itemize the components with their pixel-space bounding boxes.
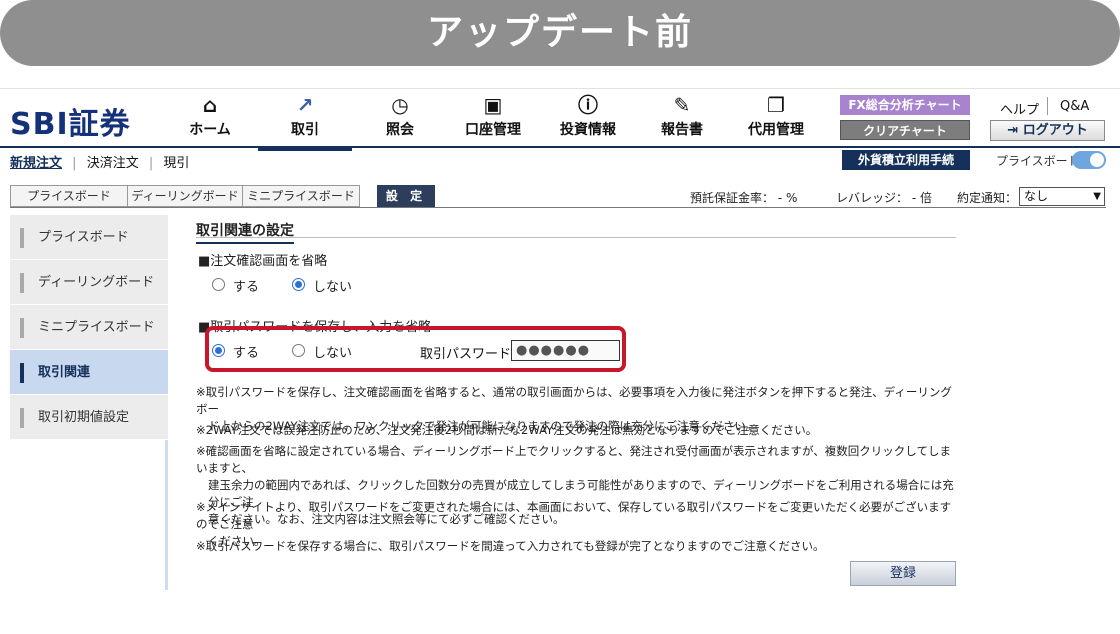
tab-settings[interactable]: 設 定 [377,185,435,207]
nav-inquiry[interactable]: ◷ 照会 [370,93,430,147]
tab-mini-priceboard[interactable]: ミニプライスボード [242,185,360,207]
site-header: SBI証券 ⌂ ホーム ↗ 取引 ◷ 照会 ▣ 口座管理 ⓘ 投資情報 ✎ 報告… [0,88,1120,151]
sidebar-item-priceboard[interactable]: プライスボード [10,215,168,260]
nav-reports[interactable]: ✎ 報告書 [652,93,712,147]
leverage: レバレッジ： - 倍 [836,191,932,205]
trend-chart-icon: ↗ [296,93,314,117]
skip-confirm-yes-radio[interactable] [212,278,225,291]
window-icon: ❐ [767,93,785,117]
logout-button[interactable]: ⇥ ログアウト [990,120,1105,141]
divider [1047,97,1048,115]
priceboard-toggle-label: プライスボード [996,154,1080,168]
tab-dealingboard[interactable]: ディーリングボード [127,185,243,207]
nav-account[interactable]: ▣ 口座管理 [455,93,531,147]
trade-password-input[interactable]: ●●●●●● [511,340,620,361]
register-button[interactable]: 登録 [850,561,956,586]
subnav-delivery[interactable]: 現引 [163,156,189,171]
nav-trade[interactable]: ↗ 取引 [258,93,352,151]
settings-sidebar: プライスボード ディーリングボード ミニプライスボード 取引関連 取引初期値設定 [10,215,168,590]
note-2: ※2WAY注文では誤発注防止のため、注文発注後2秒間は新たな2WAY注文の発注は… [196,423,818,437]
margin-rate: 預託保証金率： - % [690,191,798,205]
update-before-banner: アップデート前 [0,0,1120,66]
sidebar-item-mini-priceboard[interactable]: ミニプライスボード [10,305,168,350]
tab-divider [10,207,1106,208]
help-link[interactable]: ヘルプ [1000,99,1039,118]
section-divider [196,237,956,238]
save-password-yes-radio[interactable] [212,344,225,357]
skip-confirm-yes-label: する [233,280,260,295]
fx-savings-procedure-button[interactable]: 外貨積立利用手続 [842,150,970,170]
sbi-logo[interactable]: SBI証券 [10,99,131,143]
edit-document-icon: ✎ [673,93,691,117]
nav-investment-info[interactable]: ⓘ 投資情報 [550,93,626,147]
fx-analysis-chart-button[interactable]: FX総合分析チャート [840,95,970,115]
clock-document-icon: ◷ [391,93,409,117]
logout-icon: ⇥ [1007,123,1019,138]
section-title: 取引関連の設定 [196,220,294,244]
nav-collateral[interactable]: ❐ 代用管理 [738,93,814,147]
sidebar-item-trade-settings[interactable]: 取引関連 [10,350,168,395]
clear-chart-button[interactable]: クリアチャート [840,120,970,140]
chevron-down-icon: ▼ [1093,191,1101,202]
qa-link[interactable]: Q&A [1060,99,1089,114]
skip-confirm-no-label: しない [313,280,353,295]
trade-password-label: 取引パスワード [420,347,512,362]
monitor-icon: ▣ [483,93,503,117]
subnav-close-order[interactable]: 決済注文 [87,156,139,171]
skip-confirm-no-radio[interactable] [292,278,305,291]
skip-confirm-question: ■注文確認画面を省略 [198,254,328,269]
sidebar-item-dealingboard[interactable]: ディーリングボード [10,260,168,305]
note-5: ※取引パスワードを保存する場合に、取引パスワードを間違って入力されても登録が完了… [196,539,825,553]
sub-navigation: 新規注文 | 決済注文 | 現引 [10,156,190,171]
notify-label: 約定通知： [957,191,1018,205]
info-icon: ⓘ [578,93,598,117]
save-password-no-label: しない [313,346,353,361]
sidebar-item-trade-defaults[interactable]: 取引初期値設定 [10,395,168,440]
priceboard-toggle[interactable] [1072,151,1106,169]
nav-home[interactable]: ⌂ ホーム [180,93,240,147]
home-icon: ⌂ [202,93,218,117]
subnav-new-order[interactable]: 新規注文 [10,156,62,171]
save-password-no-radio[interactable] [292,344,305,357]
tab-priceboard[interactable]: プライスボード [10,185,128,207]
save-password-yes-label: する [233,346,260,361]
notify-select[interactable]: なし ▼ [1019,187,1105,206]
